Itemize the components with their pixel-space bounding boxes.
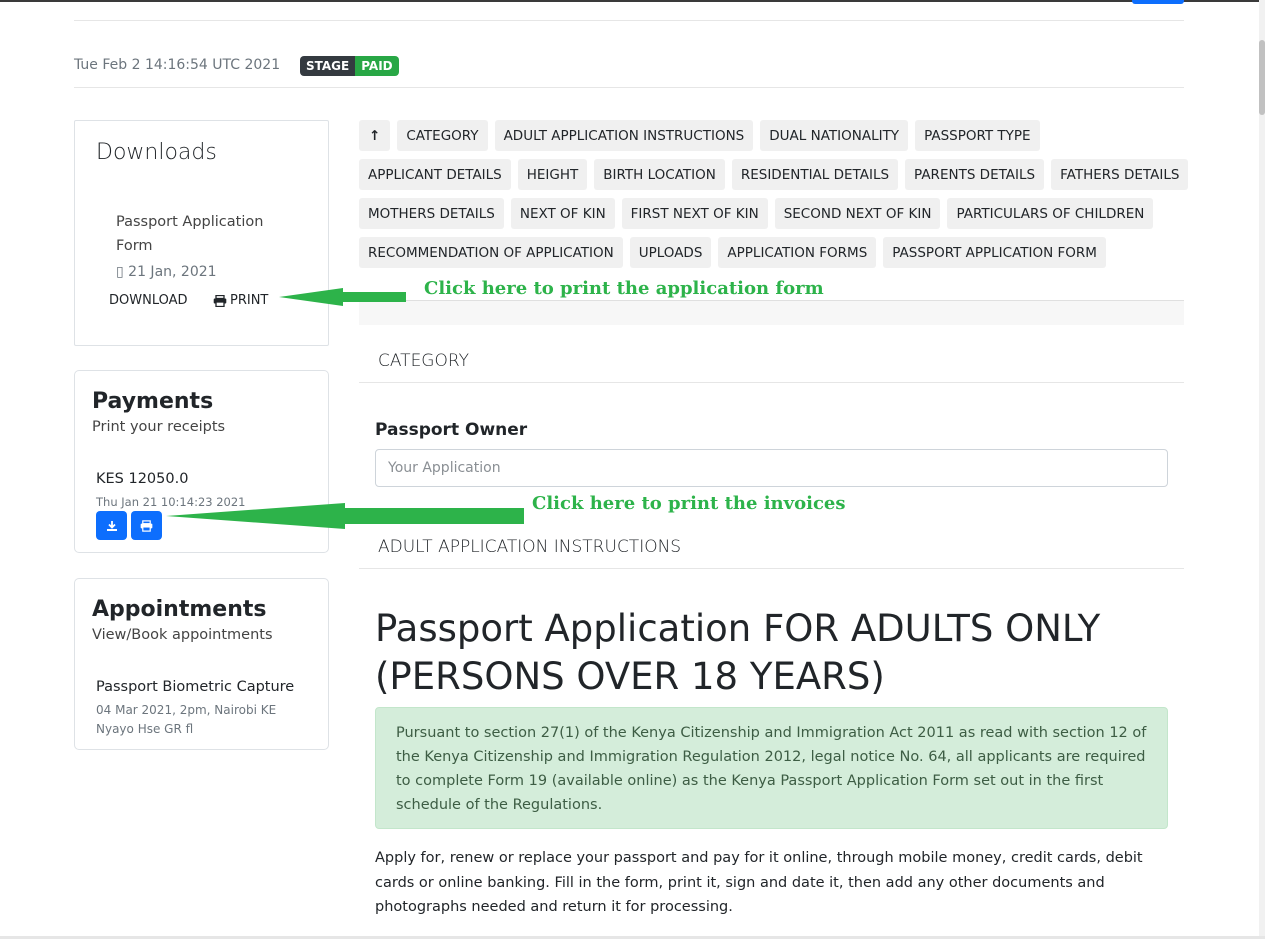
print-form-annotation: Click here to print the application form	[424, 278, 824, 299]
print-invoices-arrow	[166, 503, 524, 529]
annotation-arrows	[166, 288, 524, 529]
print-form-arrow	[279, 288, 406, 306]
print-invoices-annotation: Click here to print the invoices	[532, 493, 846, 514]
